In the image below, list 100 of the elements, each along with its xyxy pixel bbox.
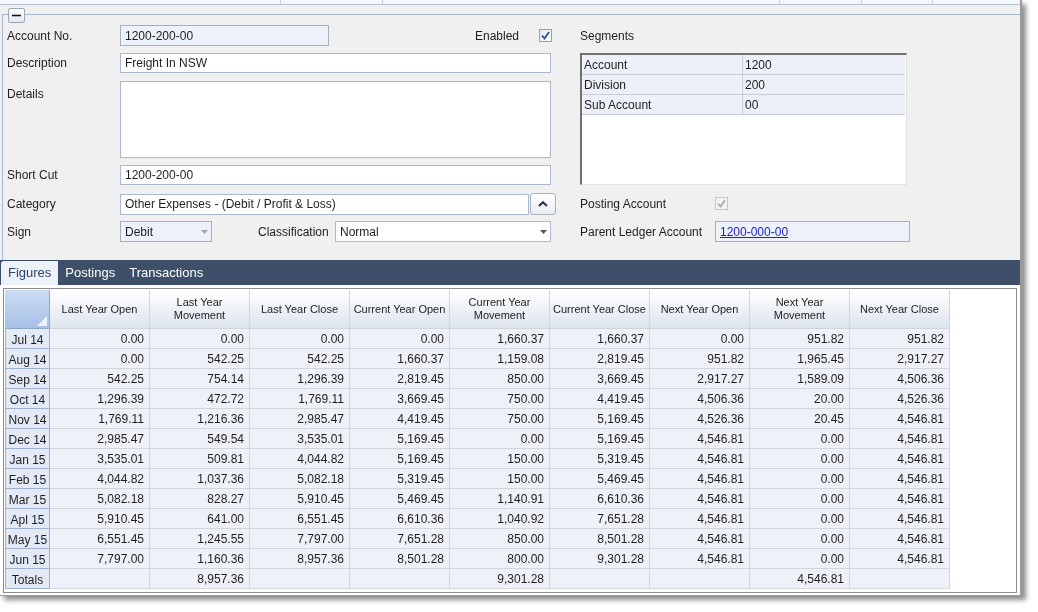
collapse-button[interactable] <box>8 8 25 23</box>
dropdown-caret-icon <box>201 229 208 234</box>
table-cell: 4,546.81 <box>850 469 950 489</box>
table-cell: 5,319.45 <box>350 469 450 489</box>
table-cell: 4,546.81 <box>650 429 750 449</box>
table-cell: 1,037.36 <box>150 469 250 489</box>
short-cut-field[interactable]: 1200-200-00 <box>120 165 551 185</box>
table-cell: 1,245.55 <box>150 529 250 549</box>
column-header[interactable]: Last Year Movement <box>150 290 250 329</box>
table-cell: 4,044.82 <box>50 469 150 489</box>
column-header[interactable]: Next Year Close <box>850 290 950 329</box>
table-cell: 3,669.45 <box>350 389 450 409</box>
row-header: Sep 14 <box>5 369 50 389</box>
table-cell: 4,419.45 <box>350 409 450 429</box>
table-cell: 5,469.45 <box>350 489 450 509</box>
table-cell: 0.00 <box>750 529 850 549</box>
table-cell: 542.25 <box>50 369 150 389</box>
tab[interactable]: Transactions <box>122 261 211 285</box>
table-cell: 0.00 <box>750 549 850 569</box>
category-toggle-button[interactable] <box>530 193 556 215</box>
table-cell: 2,819.45 <box>550 349 650 369</box>
field-label: Details <box>7 86 45 103</box>
table-cell: 0.00 <box>150 329 250 349</box>
table-cell: 2,985.47 <box>50 429 150 449</box>
table-cell: 7,651.28 <box>550 509 650 529</box>
table-cell: 800.00 <box>450 549 550 569</box>
field-label: Description <box>7 55 69 72</box>
field-label: Enabled <box>474 27 519 45</box>
table-cell: 754.14 <box>150 369 250 389</box>
sign-dropdown[interactable]: Debit <box>120 221 212 242</box>
table-cell: 1,660.37 <box>450 329 550 349</box>
table-cell: 1,160.36 <box>150 549 250 569</box>
table-cell: 3,669.45 <box>550 369 650 389</box>
table-cell: 4,526.36 <box>650 409 750 429</box>
row-header: Oct 14 <box>5 389 50 409</box>
tab[interactable]: Postings <box>58 261 123 285</box>
table-cell: 6,551.45 <box>50 529 150 549</box>
table-cell: 2,917.27 <box>650 369 750 389</box>
details-field[interactable] <box>120 81 551 158</box>
column-header[interactable]: Next Year Open <box>650 290 750 329</box>
table-cell: 0.00 <box>750 509 850 529</box>
table-cell: 1,296.39 <box>250 369 350 389</box>
table-cell: 828.27 <box>150 489 250 509</box>
parent-ledger-field[interactable]: 1200-000-00 <box>715 221 910 242</box>
table-cell: 850.00 <box>450 529 550 549</box>
table-cell: 1,159.08 <box>450 349 550 369</box>
column-header[interactable]: Current Year Open <box>350 290 450 329</box>
field-label: Posting Account <box>580 195 668 213</box>
row-header: Totals <box>5 569 50 589</box>
table-cell: 0.00 <box>450 429 550 449</box>
table-cell: 9,301.28 <box>550 549 650 569</box>
tab[interactable]: Figures <box>1 261 59 285</box>
table-cell: 5,082.18 <box>250 469 350 489</box>
field-label: Segments <box>580 27 635 45</box>
total-cell: 8,957.36 <box>150 569 250 589</box>
table-cell: 150.00 <box>450 469 550 489</box>
enabled-checkbox[interactable] <box>539 29 552 42</box>
table-cell: 4,546.81 <box>650 449 750 469</box>
table-cell: 1,296.39 <box>50 389 150 409</box>
table-cell: 5,319.45 <box>550 449 650 469</box>
table-cell: 4,546.81 <box>650 509 750 529</box>
table-cell: 641.00 <box>150 509 250 529</box>
field-label: Account No. <box>7 27 74 45</box>
parent-ledger-link[interactable]: 1200-000-00 <box>720 222 789 241</box>
table-cell: 8,957.36 <box>250 549 350 569</box>
table-cell: 4,044.82 <box>250 449 350 469</box>
table-cell: 750.00 <box>450 409 550 429</box>
column-header[interactable]: Last Year Open <box>50 290 150 329</box>
row-header: May 15 <box>5 529 50 549</box>
table-cell: 2,819.45 <box>350 369 450 389</box>
table-cell: 5,082.18 <box>50 489 150 509</box>
column-header[interactable]: Next Year Movement <box>750 290 850 329</box>
table-cell: 0.00 <box>750 469 850 489</box>
table-cell: 1,660.37 <box>350 349 450 369</box>
category-field[interactable]: Other Expenses - (Debit / Profit & Loss) <box>120 193 529 215</box>
table-cell: 0.00 <box>750 429 850 449</box>
segment-name: Sub Account <box>582 95 743 114</box>
description-field[interactable]: Freight In NSW <box>120 53 551 73</box>
column-header[interactable]: Last Year Close <box>250 290 350 329</box>
table-cell: 20.45 <box>750 409 850 429</box>
table-cell: 20.00 <box>750 389 850 409</box>
account-no-field[interactable]: 1200-200-00 <box>120 25 329 46</box>
table-cell: 542.25 <box>250 349 350 369</box>
column-header[interactable]: Current Year Close <box>550 290 650 329</box>
table-cell: 0.00 <box>650 329 750 349</box>
table-cell: 5,169.45 <box>350 429 450 449</box>
table-cell: 6,551.45 <box>250 509 350 529</box>
chevron-up-icon <box>538 201 548 207</box>
table-cell: 5,469.45 <box>550 469 650 489</box>
segment-value: 1200 <box>744 56 773 74</box>
row-header: Dec 14 <box>5 429 50 449</box>
table-cell: 4,546.81 <box>650 489 750 509</box>
table-cell: 4,546.81 <box>650 529 750 549</box>
table-cell: 951.82 <box>750 329 850 349</box>
total-cell: 4,546.81 <box>750 569 850 589</box>
classification-dropdown[interactable]: Normal <box>335 221 551 242</box>
table-cell: 8,501.28 <box>550 529 650 549</box>
table-cell: 7,797.00 <box>50 549 150 569</box>
column-header[interactable]: Current Year Movement <box>450 290 550 329</box>
table-cell: 4,546.81 <box>850 409 950 429</box>
